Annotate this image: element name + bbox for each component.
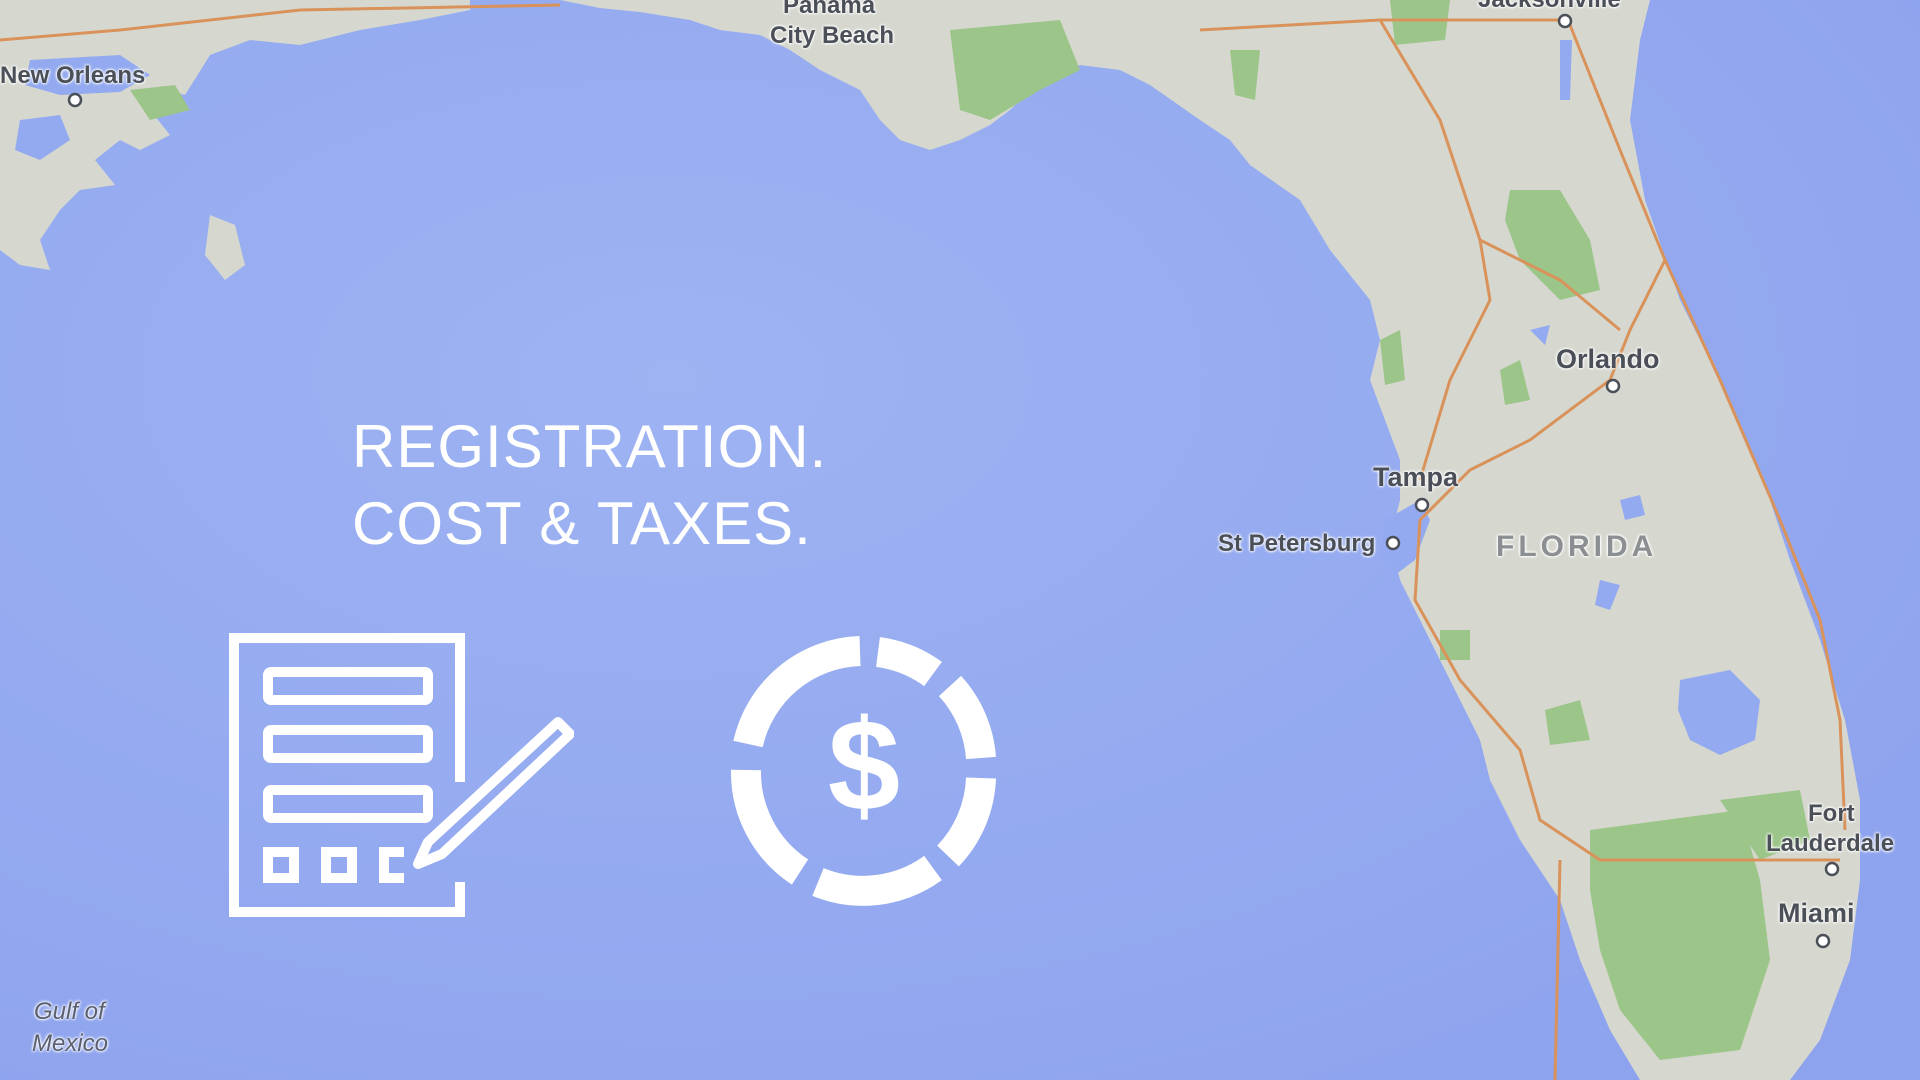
label-gulf-line1: Gulf of [34,998,105,1025]
label-gulf-line2: Mexico [32,1030,109,1057]
headline: REGISTRATION. COST & TAXES. [352,408,827,562]
label-miami: Miami [1778,898,1855,928]
label-panama-line2: City Beach [770,22,895,49]
headline-line1: REGISTRATION. [352,413,828,480]
label-tampa: Tampa [1373,462,1459,492]
registration-form-icon [229,633,574,917]
headline-line2: COST & TAXES. [352,490,812,557]
svg-text:$: $ [828,692,900,838]
label-fort: Fort [1808,800,1855,827]
label-panama-line1: Panama [783,0,876,19]
label-orlando: Orlando [1556,344,1660,374]
label-st-petersburg: St Petersburg [1218,530,1376,557]
label-lauderdale: Lauderdale [1766,830,1895,857]
dollar-coin-icon: $ [730,636,996,906]
label-new-orleans: New Orleans [0,62,146,89]
label-jacksonville: Jacksonville [1478,0,1621,14]
label-florida: FLORIDA [1496,530,1658,563]
